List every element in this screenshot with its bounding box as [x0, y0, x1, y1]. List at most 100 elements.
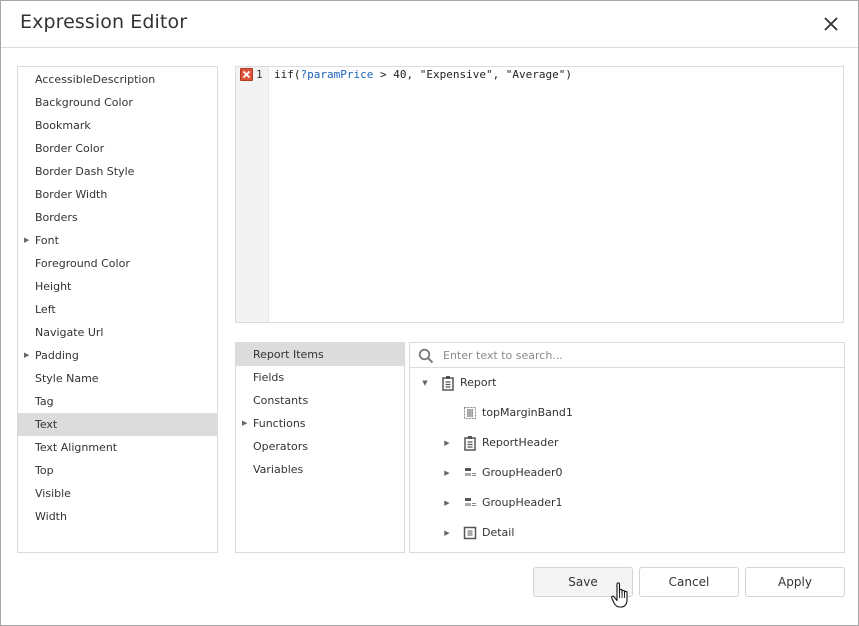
property-item[interactable]: Foreground Color [18, 252, 217, 275]
category-label: Functions [253, 417, 306, 430]
tree-node[interactable]: topMarginBand1 [410, 403, 840, 423]
property-item[interactable]: Width [18, 505, 217, 528]
property-item[interactable]: Height [18, 275, 217, 298]
property-label: Font [35, 234, 59, 247]
property-item[interactable]: Background Color [18, 91, 217, 114]
tree-node-label: GroupHeader1 [482, 496, 563, 509]
tree-node-label: topMarginBand1 [482, 406, 573, 419]
category-label: Operators [253, 440, 308, 453]
property-item[interactable]: Navigate Url [18, 321, 217, 344]
code-function: iif( [274, 68, 301, 81]
property-label: Tag [35, 395, 54, 408]
property-label: Text [35, 418, 58, 431]
category-label: Fields [253, 371, 285, 384]
search-icon [418, 348, 434, 364]
report-header-icon [462, 435, 478, 451]
property-item[interactable]: Bookmark [18, 114, 217, 137]
property-label: Left [35, 303, 56, 316]
property-label: Padding [35, 349, 79, 362]
property-label: Width [35, 510, 67, 523]
property-item[interactable]: Left [18, 298, 217, 321]
tree-node-label: Detail [482, 526, 515, 539]
property-item[interactable]: Borders [18, 206, 217, 229]
search-box [410, 343, 844, 368]
property-label: Border Width [35, 188, 108, 201]
property-item[interactable]: Tag [18, 390, 217, 413]
property-label: Top [35, 464, 54, 477]
expression-code-editor[interactable]: 1 iif(?paramPrice > 40, "Expensive", "Av… [235, 66, 844, 323]
property-label: AccessibleDescription [35, 73, 156, 86]
group-header-icon [462, 465, 478, 481]
expand-arrow-icon[interactable]: ▶ [242, 412, 247, 435]
category-item[interactable]: Variables [236, 458, 404, 481]
apply-button[interactable]: Apply [745, 567, 845, 597]
property-label: Foreground Color [35, 257, 130, 270]
property-item[interactable]: Visible [18, 482, 217, 505]
property-item[interactable]: ▶ Font [18, 229, 217, 252]
cancel-button[interactable]: Cancel [639, 567, 739, 597]
category-label: Constants [253, 394, 309, 407]
tree-node[interactable]: ▶ GroupHeader1 [410, 493, 840, 513]
group-header-icon [462, 495, 478, 511]
property-label: Height [35, 280, 72, 293]
property-label: Visible [35, 487, 71, 500]
report-icon [440, 375, 456, 391]
property-item[interactable]: Text Alignment [18, 436, 217, 459]
category-item[interactable]: Constants [236, 389, 404, 412]
property-label: Bookmark [35, 119, 91, 132]
expand-arrow-icon[interactable]: ▶ [442, 523, 452, 543]
property-item[interactable]: Border Color [18, 137, 217, 160]
code-line[interactable]: iif(?paramPrice > 40, "Expensive", "Aver… [274, 67, 572, 83]
category-item[interactable]: Report Items [236, 343, 404, 366]
property-list: AccessibleDescription Background Color Boo… [17, 66, 218, 553]
editor-gutter: 1 [236, 67, 269, 322]
tree-node-label: Report [460, 376, 497, 389]
property-label: Border Dash Style [35, 165, 135, 178]
category-label: Report Items [253, 348, 324, 361]
expand-arrow-icon[interactable]: ▶ [442, 463, 452, 483]
tree-node[interactable]: ▶ ReportHeader [410, 433, 840, 453]
property-label: Borders [35, 211, 78, 224]
report-items-panel: ▼ Report topMarginBand1 ▶ ReportHeader ▶ Group… [409, 342, 845, 553]
margin-band-icon [462, 405, 478, 421]
tree-node[interactable]: ▶ Detail [410, 523, 840, 543]
code-rest: > 40, "Expensive", "Average") [373, 68, 573, 81]
close-icon [824, 17, 838, 31]
category-item[interactable]: Operators [236, 435, 404, 458]
property-label: Navigate Url [35, 326, 104, 339]
expression-editor-dialog: Expression Editor AccessibleDescription B… [0, 0, 859, 626]
error-icon[interactable] [240, 68, 253, 81]
property-item[interactable]: Border Dash Style [18, 160, 217, 183]
collapse-arrow-icon[interactable]: ▼ [420, 373, 430, 393]
category-label: Variables [253, 463, 304, 476]
save-button[interactable]: Save [533, 567, 633, 597]
line-number: 1 [256, 68, 263, 81]
property-label: Border Color [35, 142, 105, 155]
code-parameter: ?paramPrice [300, 68, 374, 81]
property-item[interactable]: Style Name [18, 367, 217, 390]
tree-node-label: GroupHeader0 [482, 466, 563, 479]
close-button[interactable] [819, 12, 843, 36]
detail-band-icon [462, 525, 478, 541]
tree-node[interactable]: ▶ GroupHeader0 [410, 463, 840, 483]
category-item[interactable]: ▶ Functions [236, 412, 404, 435]
expand-arrow-icon[interactable]: ▶ [24, 229, 29, 252]
property-item[interactable]: Border Width [18, 183, 217, 206]
expand-arrow-icon[interactable]: ▶ [442, 493, 452, 513]
property-item[interactable]: ▶ Padding [18, 344, 217, 367]
property-label: Background Color [35, 96, 133, 109]
tree-node-label: ReportHeader [482, 436, 559, 449]
category-item[interactable]: Fields [236, 366, 404, 389]
property-item[interactable]: Top [18, 459, 217, 482]
property-item[interactable]: AccessibleDescription [18, 68, 217, 91]
dialog-title: Expression Editor [20, 11, 188, 33]
property-item[interactable]: Text [18, 413, 217, 436]
search-input[interactable] [443, 345, 833, 365]
expand-arrow-icon[interactable]: ▶ [442, 433, 452, 453]
category-list: Report Items Fields Constants ▶ Functions Ope… [235, 342, 405, 553]
property-label: Style Name [35, 372, 99, 385]
tree-node[interactable]: ▼ Report [410, 373, 840, 393]
expand-arrow-icon[interactable]: ▶ [24, 344, 29, 367]
title-bar: Expression Editor [1, 1, 858, 48]
property-label: Text Alignment [35, 441, 118, 454]
